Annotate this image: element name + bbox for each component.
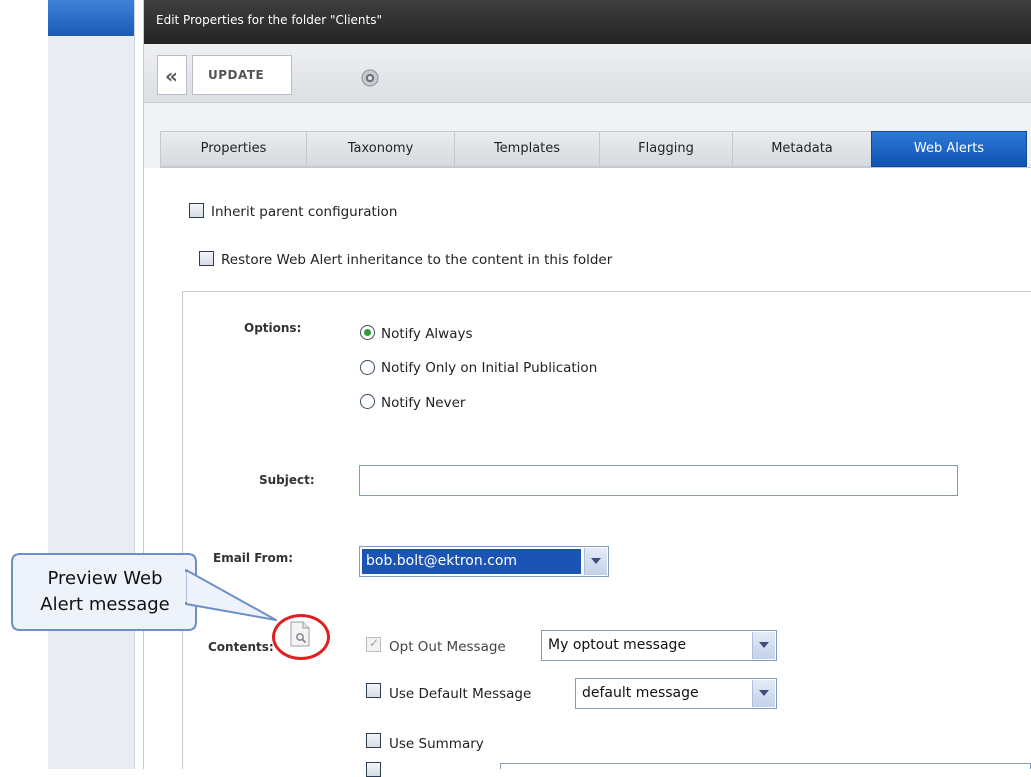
tab-metadata[interactable]: Metadata [732, 131, 872, 167]
page-title: Edit Properties for the folder "Clients" [156, 13, 383, 27]
title-bar: Edit Properties for the folder "Clients" [144, 0, 1031, 44]
default-message-value: default message [582, 685, 699, 701]
tab-properties[interactable]: Properties [160, 131, 307, 167]
help-icon[interactable] [361, 69, 379, 87]
chevron-down-icon[interactable] [752, 632, 775, 659]
options-label: Options: [244, 321, 302, 335]
notify-never-label: Notify Never [381, 395, 466, 411]
callout-text: Preview Web Alert message [14, 566, 196, 618]
email-from-select[interactable]: bob.bolt@ektron.com [359, 546, 609, 577]
use-default-message-label: Use Default Message [389, 686, 532, 702]
opt-out-message-value: My optout message [548, 637, 687, 653]
opt-out-label: Opt Out Message [389, 639, 506, 655]
subject-label: Subject: [259, 473, 315, 487]
opt-out-message-select[interactable]: My optout message [541, 630, 777, 661]
default-message-select[interactable]: default message [575, 678, 777, 709]
tab-templates[interactable]: Templates [454, 131, 600, 167]
back-chevron-icon: « [165, 64, 178, 88]
tab-taxonomy[interactable]: Taxonomy [306, 131, 455, 167]
update-button-label: UPDATE [208, 68, 265, 82]
left-navigation-strip [48, 0, 135, 769]
tab-strip-border [160, 167, 1031, 168]
contents-label: Contents: [208, 640, 274, 654]
callout-pointer [181, 569, 277, 621]
additional-option-checkbox[interactable] [366, 762, 381, 777]
restore-inheritance-checkbox[interactable] [199, 251, 214, 266]
checkmark-icon: ✓ [369, 636, 380, 650]
notify-never-radio[interactable] [360, 394, 375, 409]
additional-option-field[interactable] [500, 763, 1031, 769]
update-button[interactable]: UPDATE [192, 55, 292, 95]
email-from-value: bob.bolt@ektron.com [366, 553, 518, 569]
chevron-down-icon[interactable] [584, 548, 607, 575]
inherit-parent-checkbox[interactable] [189, 203, 204, 218]
callout-line-2: Alert message [40, 594, 170, 615]
use-summary-checkbox[interactable] [366, 733, 381, 748]
use-summary-label: Use Summary [389, 736, 484, 752]
notify-always-radio[interactable] [360, 325, 375, 340]
tab-flagging[interactable]: Flagging [599, 131, 733, 167]
callout-line-1: Preview Web [47, 568, 163, 589]
left-navigation-header [48, 0, 134, 36]
notify-always-label: Notify Always [381, 326, 473, 342]
notify-initial-publication-radio[interactable] [360, 360, 375, 375]
notify-initial-publication-label: Notify Only on Initial Publication [381, 360, 598, 376]
use-default-message-checkbox[interactable] [366, 683, 381, 698]
tab-web-alerts[interactable]: Web Alerts [871, 131, 1027, 167]
subject-input[interactable] [359, 465, 958, 496]
back-button[interactable]: « [157, 55, 187, 95]
inherit-parent-label: Inherit parent configuration [211, 204, 398, 220]
email-from-label: Email From: [213, 551, 294, 565]
restore-inheritance-label: Restore Web Alert inheritance to the con… [221, 252, 613, 268]
chevron-down-icon[interactable] [752, 680, 775, 707]
opt-out-checkbox[interactable]: ✓ [366, 636, 381, 652]
